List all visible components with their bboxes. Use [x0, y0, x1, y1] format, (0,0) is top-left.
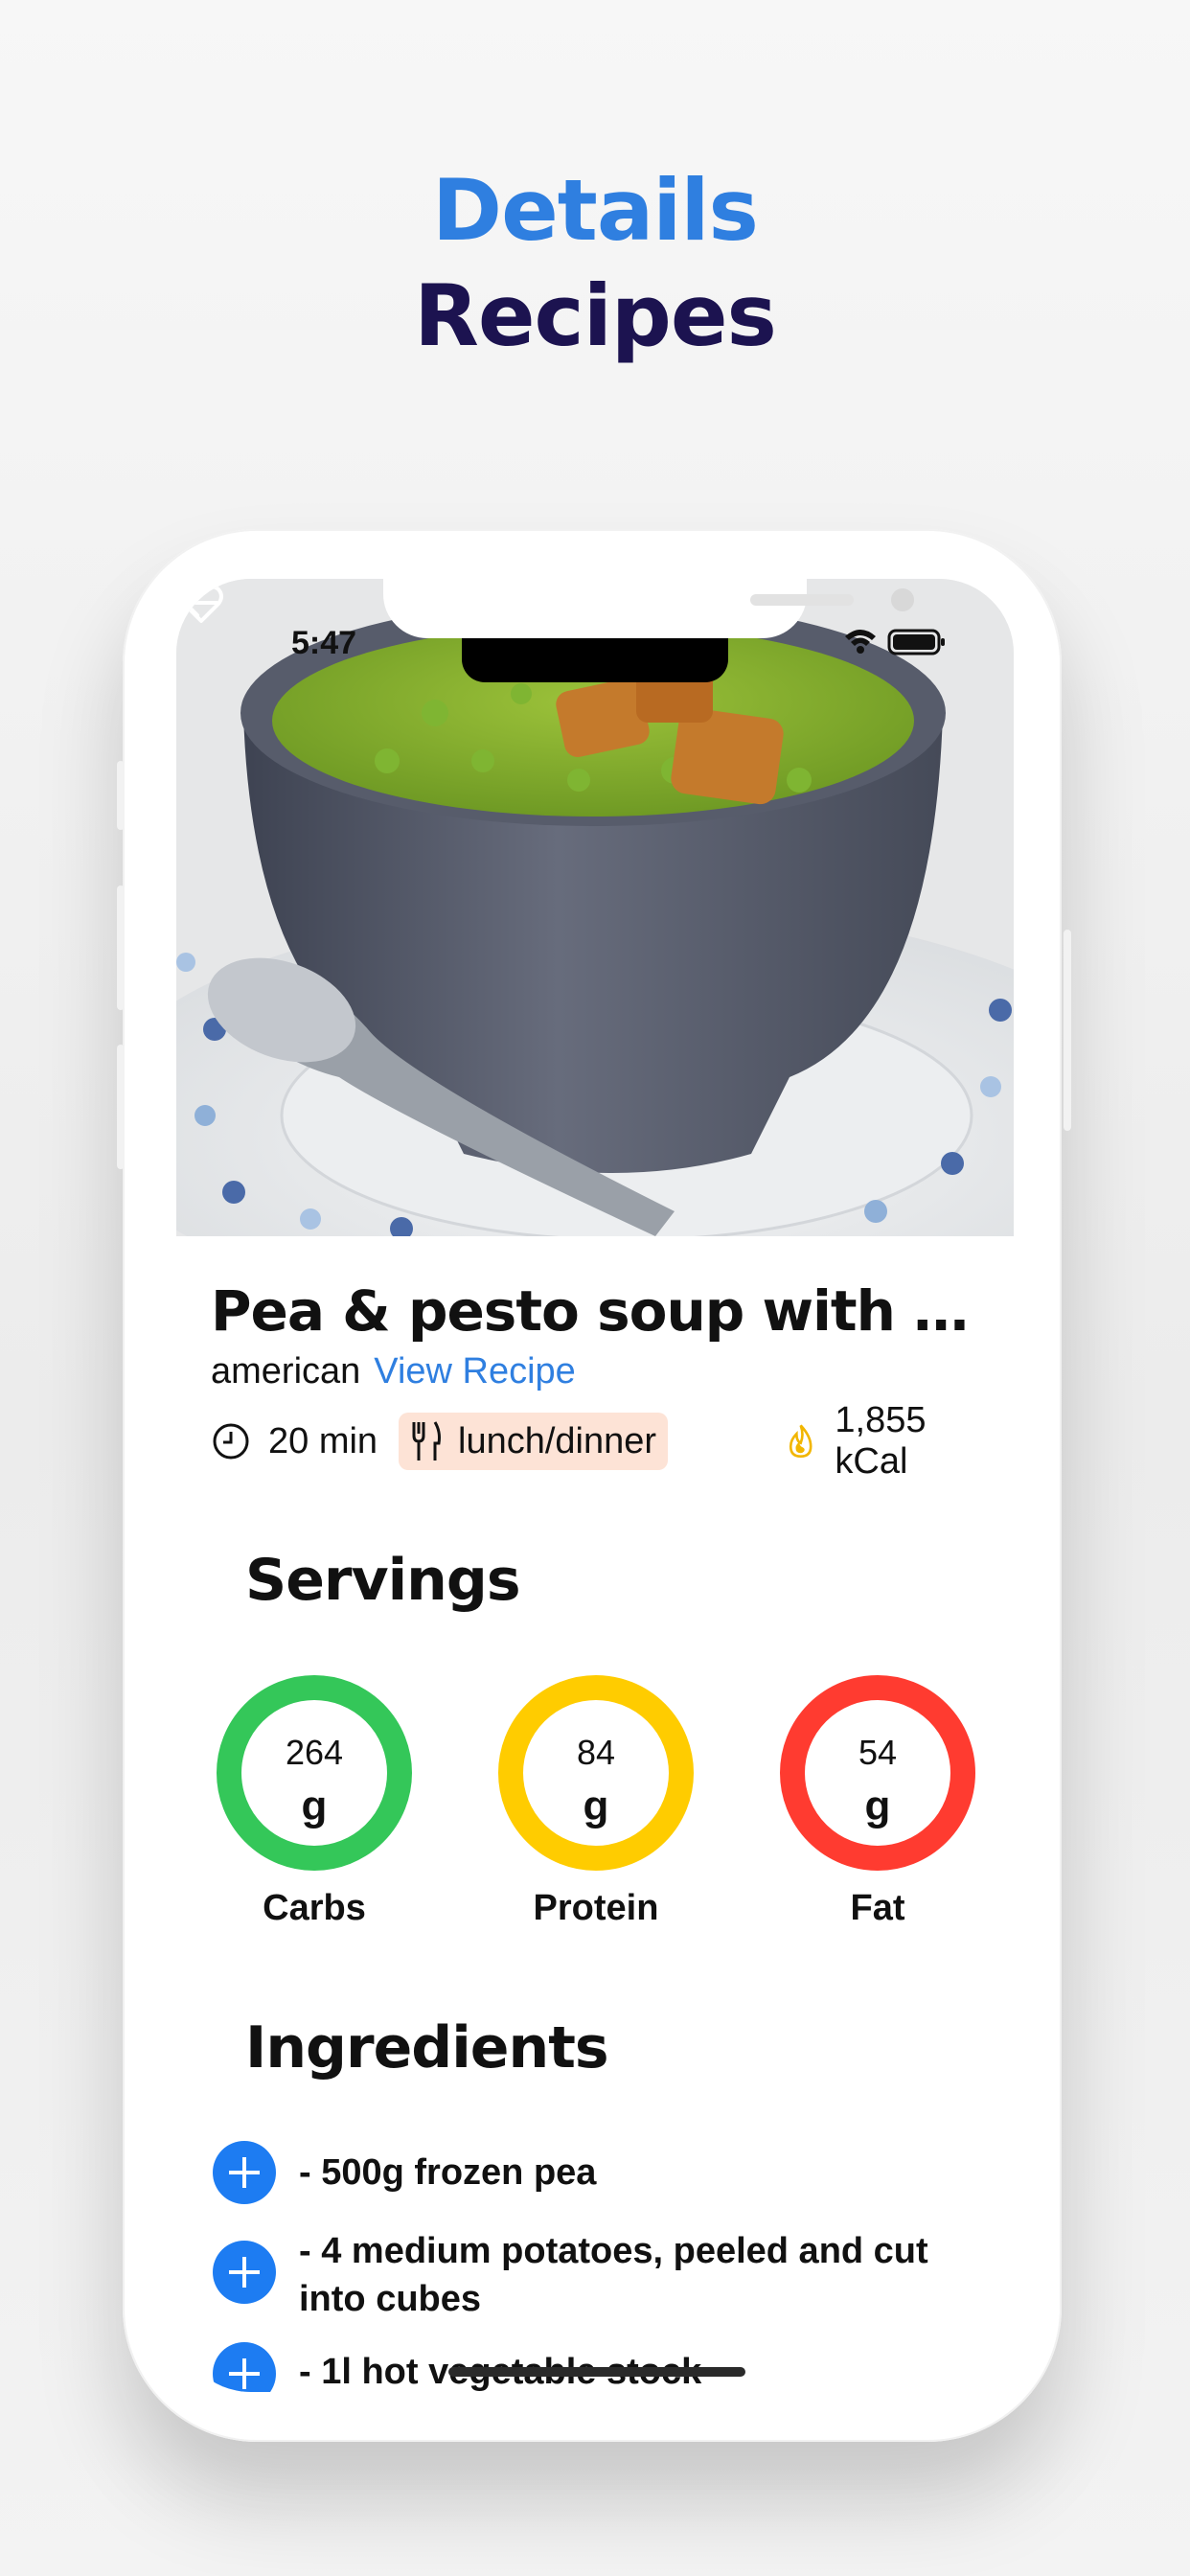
- recipe-hero-image: 5:47: [176, 579, 1014, 1236]
- plus-icon[interactable]: [213, 2141, 276, 2204]
- protein-label: Protein: [533, 1888, 659, 1928]
- servings-heading: Servings: [245, 1547, 521, 1614]
- ingredient-text: - 4 medium potatoes, peeled and cut into…: [299, 2231, 928, 2319]
- wifi-icon: [845, 630, 876, 654]
- phone-mute-switch: [117, 761, 125, 830]
- flame-icon: [789, 1424, 812, 1459]
- view-recipe-link[interactable]: View Recipe: [374, 1351, 576, 1392]
- status-icons: [841, 625, 947, 657]
- phone-volume-down: [117, 1045, 125, 1169]
- carbs-ring: 264 g: [217, 1675, 412, 1871]
- speaker-grille: [750, 594, 854, 606]
- phone-power-button: [1064, 930, 1071, 1131]
- calories-value: 1,855 kCal: [835, 1400, 927, 1482]
- sensor-housing: [462, 638, 728, 682]
- status-time: 5:47: [291, 625, 357, 661]
- ingredient-item: - 500g frozen pea: [213, 2141, 979, 2204]
- promo-title-details: Details: [432, 161, 759, 260]
- fat-label: Fat: [850, 1888, 905, 1928]
- plus-icon[interactable]: [213, 2342, 276, 2392]
- app-screen: 5:47 Pea & pesto soup with fis… american…: [176, 579, 1014, 2392]
- carbs-unit: g: [301, 1782, 328, 1829]
- fork-knife-icon: [412, 1421, 441, 1460]
- carbs-label: Carbs: [263, 1888, 366, 1928]
- ingredient-item: - 4 medium potatoes, peeled and cut into…: [213, 2231, 979, 2346]
- fat-unit: g: [864, 1782, 891, 1829]
- promo-title-recipes: Recipes: [414, 266, 777, 365]
- heart-icon[interactable]: [176, 579, 226, 629]
- cook-time-value: 20 min: [268, 1420, 378, 1461]
- home-indicator: [448, 2367, 745, 2377]
- recipe-cuisine-row: american View Recipe: [211, 1351, 576, 1392]
- battery-icon: [887, 629, 945, 656]
- recipe-meta-row: 20 min lunch/dinner 1,855 kCal: [211, 1400, 987, 1482]
- protein-ring: 84 g: [498, 1675, 694, 1871]
- ingredients-heading: Ingredients: [245, 2014, 609, 2082]
- cook-time: 20 min: [211, 1413, 378, 1470]
- recipe-cuisine: american: [211, 1351, 361, 1392]
- protein-unit: g: [583, 1782, 609, 1829]
- ingredient-text: - 500g frozen pea: [299, 2152, 597, 2193]
- fat-value: 54: [858, 1733, 898, 1772]
- fat-ring: 54 g: [780, 1675, 975, 1871]
- carbs-value: 264: [285, 1733, 344, 1772]
- meal-type-tag: lunch/dinner: [399, 1413, 669, 1470]
- protein-value: 84: [576, 1733, 616, 1772]
- clock-icon: [213, 1423, 249, 1460]
- front-camera: [891, 588, 914, 611]
- recipe-title: Pea & pesto soup with fis…: [211, 1278, 977, 1344]
- phone-volume-up: [117, 886, 125, 1010]
- phone-notch: [383, 579, 914, 638]
- meal-type-value: lunch/dinner: [458, 1420, 657, 1461]
- calories: 1,855 kCal: [786, 1400, 987, 1482]
- plus-icon[interactable]: [213, 2241, 276, 2304]
